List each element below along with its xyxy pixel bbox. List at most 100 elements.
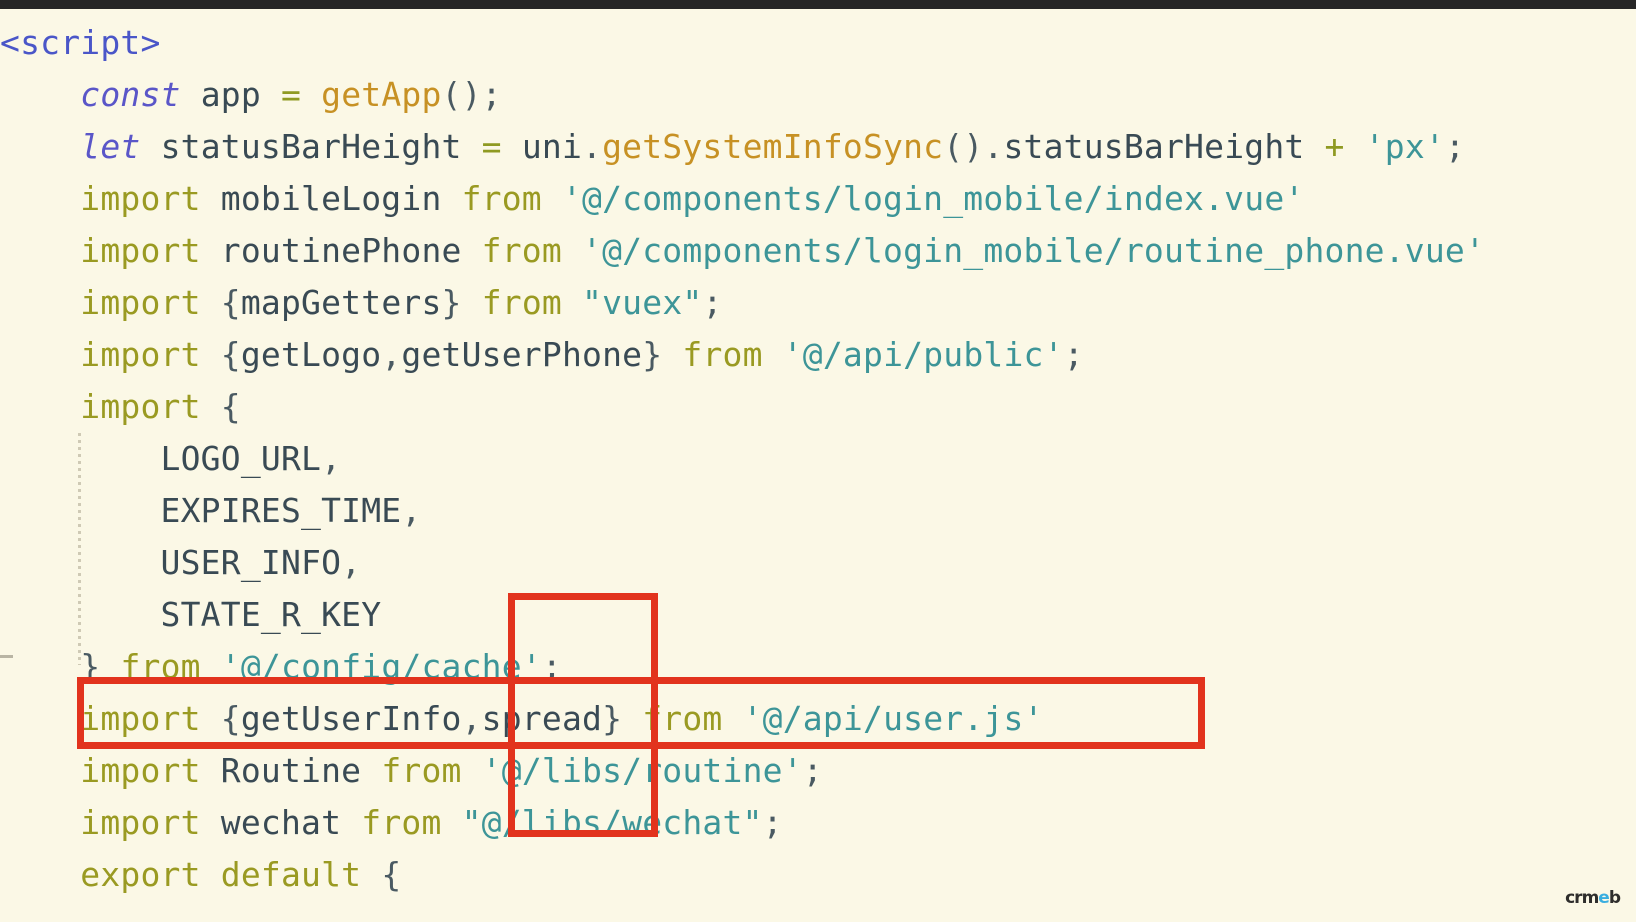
code-token-id: statusBarHeight bbox=[1003, 127, 1305, 166]
code-line[interactable]: LOGO_URL, bbox=[0, 433, 1636, 485]
code-token-fn: getSystemInfoSync bbox=[602, 127, 944, 166]
code-line[interactable]: import mobileLogin from '@/components/lo… bbox=[0, 173, 1636, 225]
code-token-punct: ; bbox=[1444, 127, 1466, 166]
code-token-kw: let bbox=[80, 127, 141, 166]
code-token-id: statusBarHeight bbox=[160, 127, 462, 166]
code-token-fn: getApp bbox=[321, 75, 442, 114]
code-line[interactable]: import routinePhone from '@/components/l… bbox=[0, 225, 1636, 277]
code-token-brace: } bbox=[642, 335, 663, 374]
code-token-from: from bbox=[361, 803, 442, 842]
code-token-brace: { bbox=[220, 387, 241, 426]
editor-screenshot: <script> const app = getApp(); let statu… bbox=[0, 0, 1636, 922]
code-token-op: = bbox=[481, 127, 502, 166]
code-token-id: mapGetters bbox=[240, 283, 442, 322]
code-line[interactable]: USER_INFO, bbox=[0, 537, 1636, 589]
code-token-brace: { bbox=[220, 335, 241, 374]
code-token-import: import bbox=[80, 803, 201, 842]
code-line[interactable]: import Routine from '@/libs/routine'; bbox=[0, 745, 1636, 797]
code-token-punct: (). bbox=[943, 127, 1004, 166]
annotation-rectangle-column bbox=[508, 593, 658, 837]
code-token-kw: const bbox=[80, 75, 181, 114]
code-line[interactable]: import {mapGetters} from "vuex"; bbox=[0, 277, 1636, 329]
code-token-str: '@/api/public' bbox=[782, 335, 1064, 374]
code-token-punct: ; bbox=[1063, 335, 1084, 374]
code-token-from: from bbox=[381, 751, 462, 790]
code-token-str: 'px' bbox=[1364, 127, 1445, 166]
code-token-from: from bbox=[682, 335, 763, 374]
code-token-id: app bbox=[200, 75, 261, 114]
code-line[interactable]: let statusBarHeight = uni.getSystemInfoS… bbox=[0, 121, 1636, 173]
crmeb-watermark: crmeb bbox=[1565, 888, 1621, 908]
code-token-import: import bbox=[80, 387, 201, 426]
code-token-op: + bbox=[1324, 127, 1345, 166]
code-token-from: from bbox=[461, 179, 542, 218]
code-line[interactable]: import wechat from "@/libs/wechat"; bbox=[0, 797, 1636, 849]
code-token-from: from bbox=[481, 283, 562, 322]
code-editor-surface[interactable]: <script> const app = getApp(); let statu… bbox=[0, 9, 1636, 922]
code-token-import: import bbox=[80, 283, 201, 322]
code-token-punct: , bbox=[341, 543, 362, 582]
code-line[interactable]: import { bbox=[0, 381, 1636, 433]
code-token-const: LOGO_URL bbox=[160, 439, 322, 478]
code-token-punct: ; bbox=[762, 803, 783, 842]
watermark-text-before: crm bbox=[1565, 888, 1599, 908]
code-token-str: '@/components/login_mobile/routine_phone… bbox=[582, 231, 1486, 270]
code-token-import: import bbox=[80, 231, 201, 270]
code-token-import: default bbox=[220, 855, 362, 894]
code-line[interactable]: EXPIRES_TIME, bbox=[0, 485, 1636, 537]
code-token-punct: (); bbox=[441, 75, 502, 114]
code-token-const: USER_INFO bbox=[160, 543, 342, 582]
code-token-tag: <script> bbox=[0, 23, 161, 62]
code-token-str: "vuex" bbox=[582, 283, 703, 322]
code-line[interactable]: const app = getApp(); bbox=[0, 69, 1636, 121]
code-line[interactable]: STATE_R_KEY bbox=[0, 589, 1636, 641]
code-line[interactable]: import {getLogo,getUserPhone} from '@/ap… bbox=[0, 329, 1636, 381]
code-token-brace: { bbox=[381, 855, 402, 894]
code-token-op: = bbox=[280, 75, 302, 114]
code-line[interactable]: export default { bbox=[0, 849, 1636, 901]
code-token-id: mobileLogin bbox=[220, 179, 442, 218]
window-title-bar bbox=[0, 0, 1636, 9]
code-line[interactable]: <script> bbox=[0, 17, 1636, 69]
watermark-text-after: b bbox=[1608, 888, 1621, 908]
code-token-brace: } bbox=[441, 283, 462, 322]
code-token-id: wechat bbox=[220, 803, 342, 842]
